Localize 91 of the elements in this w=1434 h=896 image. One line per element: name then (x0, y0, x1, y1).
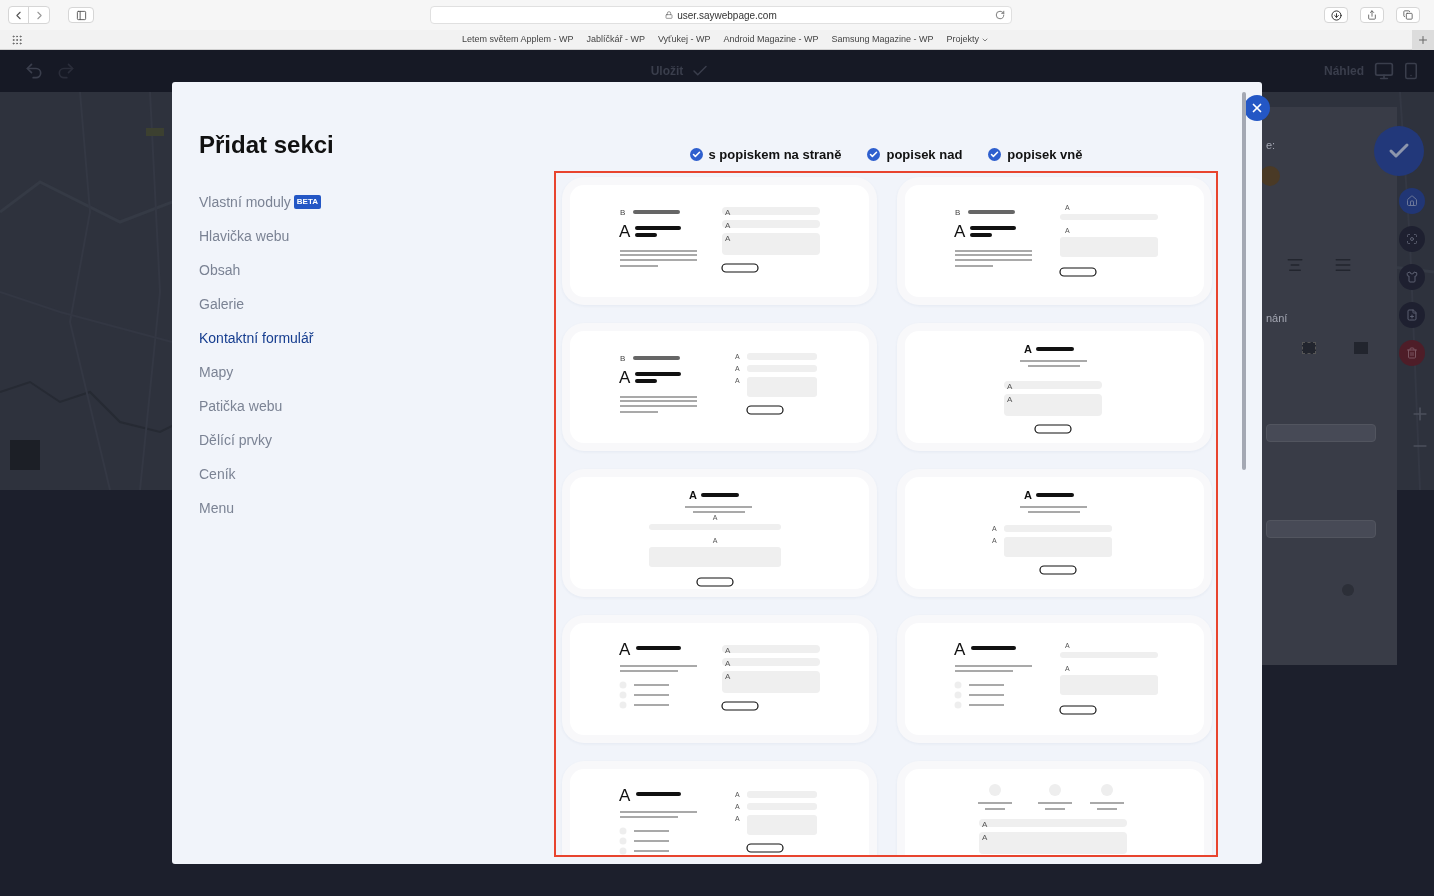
field-label-letter: A (1007, 381, 1013, 391)
file-plus-icon (1406, 309, 1418, 321)
bookmark-folder[interactable]: Projekty (946, 32, 990, 47)
folder-label: Projekty (946, 32, 980, 46)
category-label: Galerie (199, 294, 245, 314)
sidebar-icon (75, 9, 87, 21)
heading-letter: A (619, 640, 631, 659)
intro-letter: B (620, 354, 626, 363)
field-label-letter: A (982, 832, 988, 842)
lock-icon (665, 11, 674, 19)
reload-icon[interactable] (995, 10, 1005, 20)
heading-letter: A (619, 368, 631, 387)
download-icon (1330, 9, 1342, 21)
layout-card[interactable]: A A A A (562, 615, 877, 743)
filter-checkbox[interactable]: popisek nad (867, 145, 963, 165)
category-link[interactable]: Ceník (199, 457, 554, 491)
category-label: Hlavička webu (199, 226, 290, 246)
category-link[interactable]: Hlavička webu (199, 219, 554, 253)
category-label: Mapy (199, 362, 234, 382)
field-label-letter: A (725, 671, 731, 681)
dialog-title: Přidat sekci (199, 130, 335, 160)
undo-icon[interactable] (24, 61, 44, 81)
field-label-letter: A (725, 233, 731, 243)
intro-letter: B (620, 208, 626, 217)
sidebar-button[interactable] (68, 7, 94, 23)
heading-letter: A (954, 222, 966, 241)
field-label-letter: A (725, 658, 731, 668)
category-link[interactable]: Patička webu (199, 389, 554, 423)
field-label-letter: A (725, 207, 731, 217)
heading-letter: A (954, 640, 966, 659)
category-link[interactable]: Kontaktní formulář (199, 321, 554, 355)
filter-label: popisek vně (1007, 146, 1083, 164)
category-label: Ceník (199, 464, 236, 484)
panel-label: nání (1266, 310, 1289, 326)
filter-checkbox[interactable]: popisek vně (988, 145, 1083, 165)
close-icon (1250, 101, 1264, 115)
filter-checkbox[interactable]: s popiskem na straně (689, 145, 842, 165)
category-link[interactable]: Mapy (199, 355, 554, 389)
field-label-letter: A (725, 220, 731, 230)
layout-card[interactable]: A A A (897, 323, 1212, 451)
category-link[interactable]: Obsah (199, 253, 554, 287)
select-field[interactable] (1266, 424, 1376, 442)
intro-letter: B (955, 208, 961, 217)
scrollbar-thumb[interactable] (1242, 92, 1246, 470)
heading-letter: A (619, 786, 631, 805)
beta-badge: BETA (293, 195, 321, 209)
category-link[interactable]: Galerie (199, 287, 554, 321)
filter-label: popisek nad (886, 146, 963, 164)
heading-letter: A (619, 222, 631, 241)
category-label: Dělící prvky (199, 430, 273, 450)
bookmark-link[interactable]: Vyťukej - WP (657, 32, 711, 47)
share-button[interactable] (1360, 7, 1384, 23)
downloads-button[interactable] (1324, 7, 1348, 23)
color-swatch[interactable] (1260, 165, 1280, 186)
bookmark-link[interactable]: Jablíčkář - WP (586, 32, 645, 47)
category-label: Obsah (199, 260, 241, 280)
tabs-icon (1403, 10, 1413, 20)
field-label-letter: A (1007, 394, 1013, 404)
home-icon (1406, 195, 1418, 207)
tabs-button[interactable] (1396, 7, 1420, 23)
layout-card[interactable]: A A (897, 761, 1212, 855)
category-label: Patička webu (199, 396, 283, 416)
trash-icon (1406, 347, 1418, 359)
field-label-letter: A (982, 819, 988, 829)
grid-icon[interactable] (11, 33, 23, 46)
category-label: Vlastní moduly (199, 192, 291, 212)
shirt-icon (1406, 271, 1418, 283)
address-field[interactable]: user.saywebpage.com (430, 6, 1012, 24)
new-tab-button[interactable] (1412, 29, 1434, 50)
category-link[interactable]: Vlastní moduly BETA (199, 185, 554, 219)
select-field[interactable] (1266, 520, 1376, 538)
monitor-icon[interactable] (1374, 61, 1394, 81)
bookmark-link[interactable]: Samsung Magazine - WP (831, 32, 934, 47)
category-label: Kontaktní formulář (199, 328, 314, 348)
plus-icon (1417, 33, 1429, 46)
focus-icon (1406, 233, 1418, 245)
heading-letter: A (689, 489, 697, 501)
layout-card[interactable]: B A A A A (562, 177, 877, 305)
bookmark-link[interactable]: Android Magazine - WP (723, 32, 819, 47)
category-label: Menu (199, 498, 235, 518)
category-link[interactable]: Menu (199, 491, 554, 525)
heading-letter: A (1024, 343, 1032, 355)
filter-label: s popiskem na straně (708, 146, 842, 164)
panel-label: e: (1266, 138, 1277, 153)
layout-option-icon[interactable] (1302, 342, 1316, 354)
field-label-letter: A (725, 645, 731, 655)
phone-icon[interactable] (1402, 62, 1420, 80)
bookmark-link[interactable]: Letem světem Applem - WP (461, 32, 574, 47)
heading-letter: A (1024, 489, 1032, 501)
share-icon (1367, 10, 1377, 20)
category-link[interactable]: Dělící prvky (199, 423, 554, 457)
